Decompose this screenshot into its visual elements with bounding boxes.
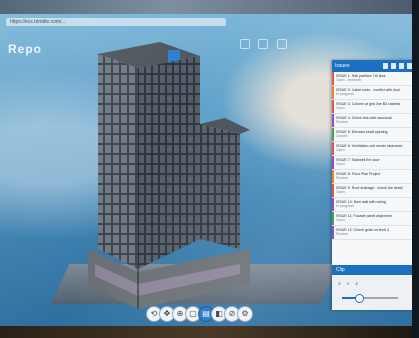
list-item[interactable]: ISSUE 9: Roof drainage - check the detai…	[332, 184, 414, 198]
filter-icon[interactable]	[391, 63, 396, 69]
facade-wing	[200, 124, 240, 249]
add-icon[interactable]	[383, 63, 388, 69]
clip-panel-header[interactable]: Clip	[332, 265, 414, 275]
building-3d-model[interactable]	[40, 34, 280, 319]
clip-option-x[interactable]: X	[338, 281, 341, 286]
address-bar-url: https://ecs.trimble.com/...	[10, 19, 66, 25]
clip-panel: X Y Z	[332, 275, 414, 310]
clip-panel-title: Clip	[336, 267, 345, 273]
clip-axis-options: X Y Z	[338, 281, 363, 286]
monitor-bezel-top	[0, 0, 419, 14]
app-logo: Repo	[8, 42, 42, 56]
address-bar[interactable]: https://ecs.trimble.com/...	[6, 18, 226, 26]
clip-option-y[interactable]: Y	[347, 281, 350, 286]
issues-panel-header: Issues	[332, 60, 414, 72]
list-item[interactable]: ISSUE 11: Facade panel alignment Open	[332, 212, 414, 226]
settings-icon[interactable]: ⚙	[237, 306, 253, 322]
clip-slider-handle[interactable]	[354, 294, 364, 303]
list-item[interactable]: ISSUE 6: Ventilation unit needs clearanc…	[332, 142, 414, 156]
list-item[interactable]: ISSUE 7: Stairwell fire door Open	[332, 156, 414, 170]
list-item[interactable]: ISSUE 8: Floor Plan Project Review	[332, 170, 414, 184]
search-icon[interactable]	[399, 63, 404, 69]
list-item[interactable]: ISSUE 10: New wall with wiring In progres…	[332, 198, 414, 212]
issues-panel: Issues ISSUE 1: Hall partition 7th floor…	[332, 60, 414, 310]
list-item[interactable]: ISSUE 2: Cable route - conflict with duc…	[332, 86, 414, 100]
facade-right	[138, 56, 200, 269]
list-item[interactable]: ISSUE 5: Elevator shaft opening Closed	[332, 128, 414, 142]
issues-panel-title: Issues	[335, 63, 350, 69]
clip-option-z[interactable]: Z	[356, 281, 358, 286]
list-item[interactable]: ISSUE 12: Check grids on level 4 Review	[332, 226, 414, 240]
monitor-bezel-right	[412, 0, 419, 338]
list-item[interactable]: ISSUE 3: Column at grid line B3 clashes O…	[332, 100, 414, 114]
issues-list: ISSUE 1: Hall partition 7th floor Open - …	[332, 72, 414, 240]
list-item[interactable]: ISSUE 4: Check this with structural Revie…	[332, 114, 414, 128]
clip-slider[interactable]	[342, 294, 398, 303]
facade-left	[98, 54, 138, 269]
monitor-bezel-bottom	[0, 326, 419, 338]
list-item[interactable]: ISSUE 1: Hall partition 7th floor Open - …	[332, 72, 414, 86]
